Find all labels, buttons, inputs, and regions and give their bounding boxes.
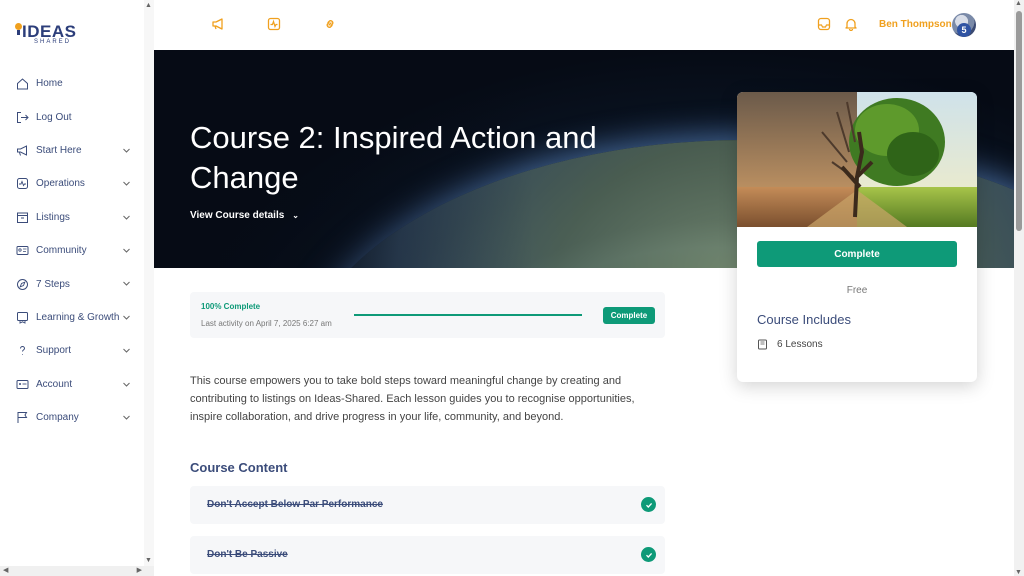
progress-bar-fill xyxy=(354,314,582,316)
page-scrollbar[interactable]: ▲ ▼ xyxy=(1014,0,1024,576)
avatar[interactable]: 5 xyxy=(952,13,976,37)
scroll-left-icon[interactable]: ◀ xyxy=(3,566,8,574)
course-card: Complete Free Course Includes 6 Lessons xyxy=(737,92,977,382)
lesson-item[interactable]: Don't Be Passive xyxy=(190,536,665,574)
lessons-count-label: 6 Lessons xyxy=(777,339,823,350)
last-activity: Last activity on April 7, 2025 6:27 am xyxy=(201,319,332,328)
course-description: This course empowers you to take bold st… xyxy=(190,375,635,423)
sidebar-item-home[interactable]: Home xyxy=(0,67,145,100)
link-icon[interactable] xyxy=(323,17,337,31)
chevron-down-icon[interactable] xyxy=(122,313,131,322)
course-includes-title: Course Includes xyxy=(757,312,851,327)
scroll-up-icon[interactable]: ▲ xyxy=(1015,0,1022,7)
sidebar-item-account[interactable]: Account xyxy=(0,368,145,401)
sidebar-item-operations[interactable]: Operations xyxy=(0,167,145,200)
home-icon xyxy=(16,77,29,90)
flag-icon xyxy=(16,411,29,424)
scroll-right-icon[interactable]: ▶ xyxy=(137,566,142,574)
scroll-down-icon[interactable]: ▼ xyxy=(145,557,152,564)
course-price: Free xyxy=(846,285,868,296)
chevron-down-icon[interactable] xyxy=(122,246,131,255)
sidebar-item-label: Start Here xyxy=(36,144,82,156)
chevron-down-icon[interactable] xyxy=(122,346,131,355)
course-progress: 100% Complete Last activity on April 7, … xyxy=(190,292,665,338)
sidebar-item-label: Community xyxy=(36,245,87,257)
check-circle-icon xyxy=(641,497,656,512)
sidebar-item-label: Operations xyxy=(36,178,85,190)
sidebar-item-log-out[interactable]: Log Out xyxy=(0,100,145,133)
course-content-title: Course Content xyxy=(190,460,288,475)
tree-image xyxy=(737,92,977,227)
sidebar-item-learning-growth[interactable]: Learning & Growth xyxy=(0,301,145,334)
sidebar: IDEAS SHARED Home Log Out Start Here Operat… xyxy=(0,0,145,566)
progress-percent: 100% Complete xyxy=(201,302,261,311)
book-icon xyxy=(758,339,767,350)
activity-icon xyxy=(16,177,29,190)
shield-icon xyxy=(16,311,29,324)
course-title: Course 2: Inspired Action and Change xyxy=(190,120,597,195)
sidebar-horizontal-scrollbar[interactable]: ◀ ▶ xyxy=(0,566,154,576)
sidebar-item-community[interactable]: Community xyxy=(0,234,145,267)
sidebar-scrollbar[interactable]: ▲ ▼ xyxy=(144,0,154,566)
compass-icon xyxy=(16,278,29,291)
lesson-title[interactable]: Don't Accept Below Par Performance xyxy=(207,499,383,510)
sidebar-nav: Home Log Out Start Here Operations Listings C… xyxy=(0,67,145,434)
sidebar-item-label: Listings xyxy=(36,211,70,223)
scroll-down-icon[interactable]: ▼ xyxy=(1015,569,1022,576)
sidebar-item-label: Company xyxy=(36,412,79,424)
inbox-icon[interactable] xyxy=(817,17,831,31)
view-course-details-link[interactable]: View Course details ⌄ xyxy=(190,210,299,221)
user-name[interactable]: Ben Thompson xyxy=(879,19,952,30)
chevron-down-icon[interactable] xyxy=(122,279,131,288)
megaphone-icon[interactable] xyxy=(211,17,225,31)
sidebar-item-label: Account xyxy=(36,378,73,390)
lessons-count: 6 Lessons xyxy=(757,339,823,350)
sidebar-item-label: Log Out xyxy=(36,111,72,123)
scrollbar-thumb[interactable] xyxy=(1016,11,1022,231)
chevron-down-icon[interactable] xyxy=(122,413,131,422)
activity-icon[interactable] xyxy=(267,17,281,31)
sidebar-item-label: 7 Steps xyxy=(36,278,70,290)
account-card-icon xyxy=(16,378,29,391)
chevron-down-icon[interactable] xyxy=(122,179,131,188)
progress-bar xyxy=(354,314,582,316)
scroll-up-icon[interactable]: ▲ xyxy=(145,2,152,9)
logout-icon xyxy=(16,111,29,124)
check-circle-icon xyxy=(641,547,656,562)
sidebar-item-support[interactable]: Support xyxy=(0,334,145,367)
chevron-down-icon[interactable] xyxy=(122,213,131,222)
id-card-icon xyxy=(16,244,29,257)
bell-icon[interactable] xyxy=(844,17,858,31)
sidebar-item-label: Support xyxy=(36,345,72,357)
sidebar-item-company[interactable]: Company xyxy=(0,401,145,434)
avatar-badge: 5 xyxy=(957,23,971,37)
chevron-down-icon[interactable] xyxy=(122,146,131,155)
archive-icon xyxy=(16,211,29,224)
lesson-item[interactable]: Don't Accept Below Par Performance xyxy=(190,486,665,524)
top-bar: Ben Thompson 5 xyxy=(154,0,1014,50)
sidebar-item-label: Learning & Growth xyxy=(36,311,120,323)
chevron-down-icon[interactable] xyxy=(122,380,131,389)
ideas-shared-logo[interactable]: IDEAS SHARED xyxy=(14,20,76,48)
sidebar-item-label: Home xyxy=(36,78,63,90)
sidebar-item-start-here[interactable]: Start Here xyxy=(0,134,145,167)
megaphone-icon xyxy=(16,144,29,157)
lesson-title[interactable]: Don't Be Passive xyxy=(207,549,288,560)
sidebar-item-listings[interactable]: Listings xyxy=(0,201,145,234)
sidebar-item-7-steps[interactable]: 7 Steps xyxy=(0,267,145,300)
question-icon xyxy=(16,344,29,357)
logo-subtext: SHARED xyxy=(34,39,72,45)
complete-course-button[interactable]: Complete xyxy=(757,241,957,267)
view-course-details-label: View Course details xyxy=(190,210,285,221)
chevron-down-icon: ⌄ xyxy=(292,211,299,220)
progress-complete-button[interactable]: Complete xyxy=(603,307,655,324)
